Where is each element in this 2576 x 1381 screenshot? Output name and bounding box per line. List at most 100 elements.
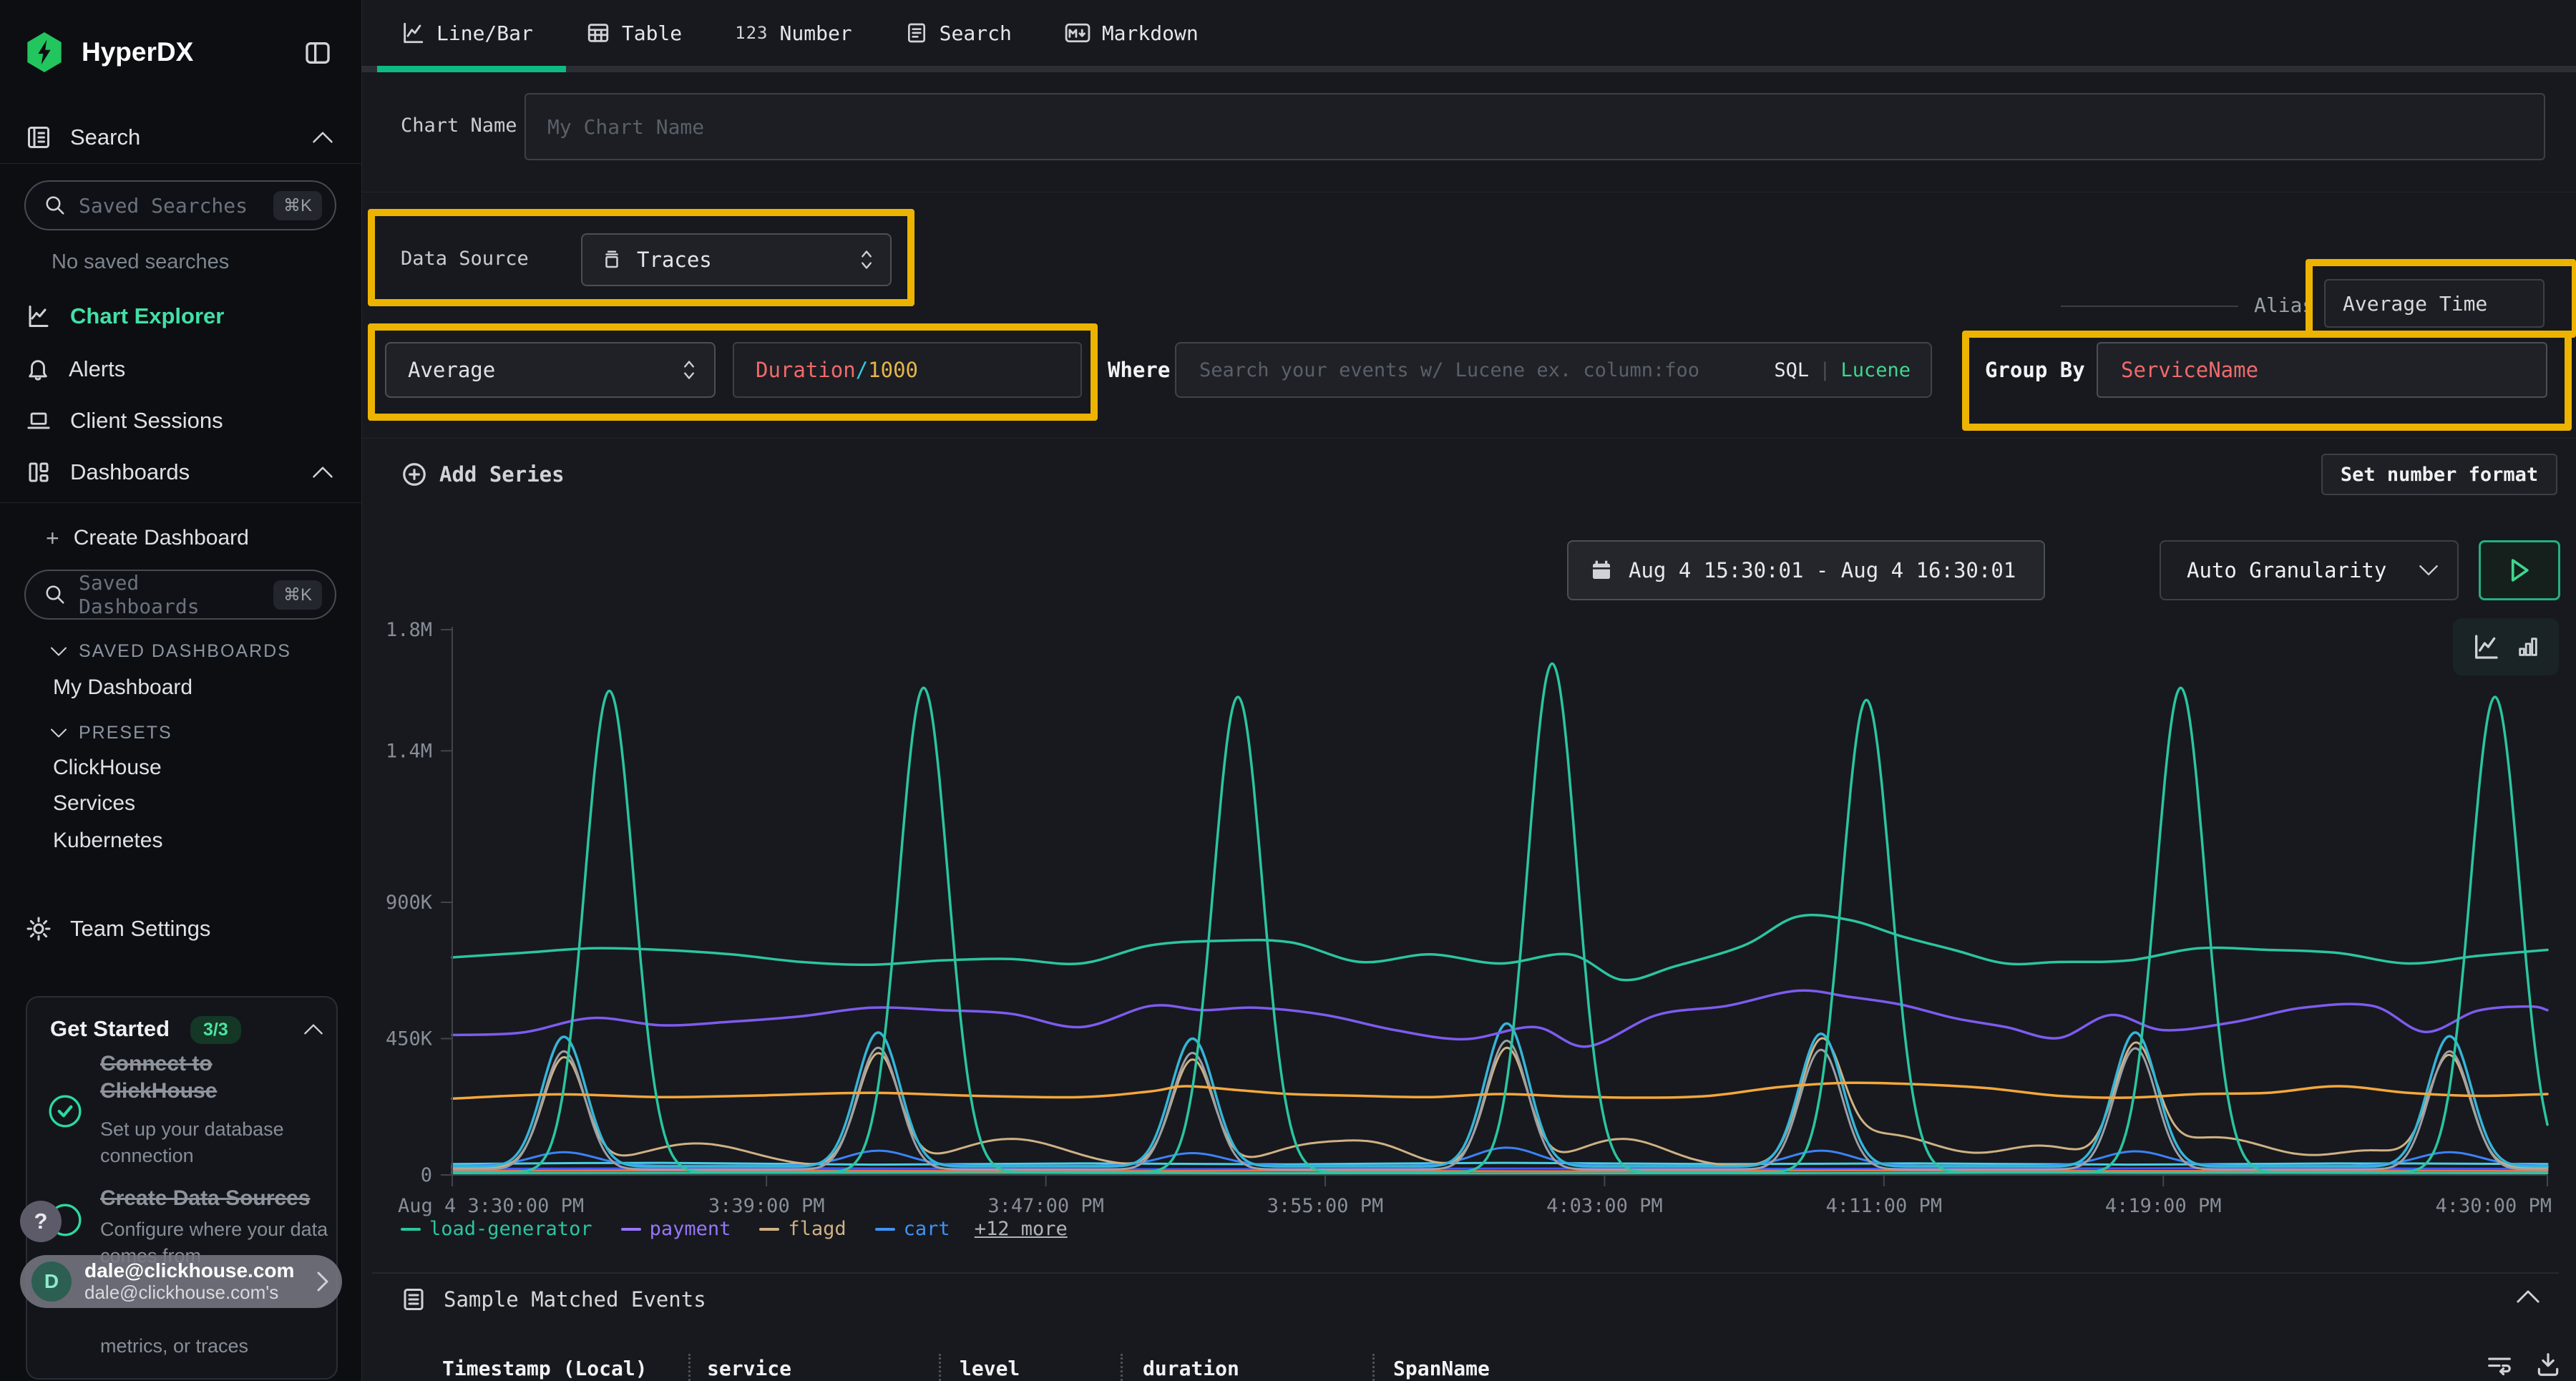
tab-line-bar[interactable]: Line/Bar bbox=[401, 21, 533, 45]
saved-searches-input[interactable]: Saved Searches ⌘K bbox=[24, 180, 336, 230]
events-panel-header[interactable]: Sample Matched Events bbox=[401, 1287, 706, 1312]
download-icon[interactable] bbox=[2534, 1351, 2562, 1378]
tab-table[interactable]: Table bbox=[586, 21, 682, 45]
field-expression-input[interactable]: Duration/1000 bbox=[733, 342, 1082, 398]
sidebar-item-dashboards[interactable]: Dashboards bbox=[0, 451, 361, 494]
group-by-input[interactable]: ServiceName bbox=[2097, 342, 2547, 398]
collapse-panel-chevron-up-icon[interactable] bbox=[2516, 1289, 2540, 1304]
chart-name-input[interactable] bbox=[525, 93, 2545, 160]
shortcut-badge: ⌘K bbox=[273, 191, 322, 220]
set-number-format-button[interactable]: Set number format bbox=[2321, 454, 2557, 495]
chevron-up-icon[interactable] bbox=[303, 1023, 323, 1035]
selector-icon bbox=[681, 359, 697, 381]
step-title[interactable]: Connect to ClickHouse bbox=[100, 1050, 315, 1105]
svg-text:4:30:00 PM: 4:30:00 PM bbox=[2435, 1195, 2552, 1217]
add-series-button[interactable]: Add Series bbox=[401, 461, 565, 488]
alias-label: Alias bbox=[2254, 293, 2314, 317]
run-query-button[interactable] bbox=[2479, 540, 2560, 600]
chevron-up-icon[interactable] bbox=[312, 466, 333, 479]
alias-connector-line bbox=[2061, 306, 2238, 307]
col-header-timestamp[interactable]: Timestamp (Local) bbox=[442, 1357, 648, 1380]
line-chart-toggle-icon[interactable] bbox=[2472, 633, 2500, 661]
line-chart-icon bbox=[26, 303, 52, 329]
field-separator: / bbox=[856, 358, 868, 382]
legend-item[interactable]: load-generator bbox=[401, 1218, 592, 1240]
shortcut-badge: ⌘K bbox=[273, 580, 322, 610]
create-dashboard-button[interactable]: + Create Dashboard bbox=[0, 517, 361, 560]
where-placeholder: Search your events w/ Lucene ex. column:… bbox=[1199, 359, 1764, 381]
tab-markdown[interactable]: Markdown bbox=[1065, 21, 1199, 45]
client-sessions-label: Client Sessions bbox=[70, 408, 223, 434]
chevron-up-icon[interactable] bbox=[312, 131, 333, 144]
tab-search[interactable]: Search bbox=[905, 21, 1012, 45]
sql-mode-toggle[interactable]: SQL bbox=[1774, 359, 1809, 381]
legend-dash-icon bbox=[759, 1228, 779, 1231]
legend-item[interactable]: payment bbox=[621, 1218, 731, 1240]
sidebar-item-chart-explorer[interactable]: Chart Explorer bbox=[0, 295, 361, 338]
svg-text:3:39:00 PM: 3:39:00 PM bbox=[708, 1195, 825, 1217]
where-input[interactable]: Search your events w/ Lucene ex. column:… bbox=[1175, 342, 1932, 398]
col-header-spanname[interactable]: SpanName bbox=[1393, 1357, 1490, 1380]
legend-item[interactable]: cart bbox=[875, 1218, 950, 1240]
wrap-lines-icon[interactable] bbox=[2486, 1351, 2513, 1378]
sidebar-item-kubernetes[interactable]: Kubernetes bbox=[53, 829, 162, 853]
laptop-icon bbox=[26, 409, 52, 433]
alias-input[interactable]: Average Time bbox=[2324, 279, 2545, 328]
tab-label: Markdown bbox=[1102, 21, 1199, 45]
sidebar-item-client-sessions[interactable]: Client Sessions bbox=[0, 399, 361, 442]
column-separator[interactable] bbox=[939, 1354, 941, 1381]
sidebar-item-alerts[interactable]: Alerts bbox=[0, 348, 361, 391]
legend-label: cart bbox=[904, 1218, 950, 1240]
help-button[interactable]: ? bbox=[20, 1201, 62, 1242]
svg-text:4:11:00 PM: 4:11:00 PM bbox=[1826, 1195, 1943, 1217]
group-label: SAVED DASHBOARDS bbox=[79, 641, 291, 662]
chevron-down-icon bbox=[50, 728, 67, 738]
chart-name-field[interactable] bbox=[546, 114, 2524, 140]
sidebar-item-services[interactable]: Services bbox=[53, 791, 135, 816]
collapse-sidebar-icon[interactable] bbox=[303, 39, 332, 67]
aggregation-value: Average bbox=[408, 358, 681, 382]
field-denominator: 1000 bbox=[868, 358, 918, 382]
hyperdx-logo-icon bbox=[26, 32, 63, 72]
group-presets[interactable]: PRESETS bbox=[50, 723, 172, 743]
divider bbox=[372, 1272, 2559, 1274]
legend-label: load-generator bbox=[429, 1218, 592, 1240]
sidebar-item-team-settings[interactable]: Team Settings bbox=[0, 907, 361, 950]
lucene-mode-toggle[interactable]: Lucene bbox=[1840, 359, 1911, 381]
group-saved-dashboards[interactable]: SAVED DASHBOARDS bbox=[50, 641, 291, 662]
legend-more-link[interactable]: +12 more bbox=[975, 1218, 1068, 1240]
user-menu[interactable]: D dale@clickhouse.com dale@clickhouse.co… bbox=[20, 1255, 342, 1308]
column-separator[interactable] bbox=[688, 1354, 691, 1381]
sidebar-item-clickhouse[interactable]: ClickHouse bbox=[53, 756, 162, 780]
col-header-service[interactable]: service bbox=[707, 1357, 791, 1380]
bell-icon bbox=[26, 356, 50, 382]
tab-label: Line/Bar bbox=[436, 21, 533, 45]
column-separator[interactable] bbox=[1372, 1354, 1375, 1381]
bar-chart-toggle-icon[interactable] bbox=[2516, 634, 2540, 660]
granularity-select[interactable]: Auto Granularity bbox=[2160, 540, 2459, 600]
time-range-picker[interactable]: Aug 4 15:30:01 - Aug 4 16:30:01 bbox=[1567, 540, 2045, 600]
legend-label: payment bbox=[650, 1218, 731, 1240]
data-source-value: Traces bbox=[637, 248, 844, 272]
plus-circle-icon bbox=[401, 461, 428, 488]
col-header-duration[interactable]: duration bbox=[1143, 1357, 1239, 1380]
svg-text:4:03:00 PM: 4:03:00 PM bbox=[1546, 1195, 1663, 1217]
data-source-select[interactable]: Traces bbox=[581, 233, 892, 286]
legend-item[interactable]: flagd bbox=[759, 1218, 846, 1240]
group-by-label: Group By bbox=[1985, 358, 2085, 382]
tab-label: Number bbox=[780, 21, 852, 45]
col-header-level[interactable]: level bbox=[960, 1357, 1020, 1380]
traces-source-icon bbox=[601, 248, 623, 271]
chevron-down-icon bbox=[50, 646, 67, 657]
tabbar-track bbox=[361, 66, 2576, 72]
svg-text:Aug 4 3:30:00 PM: Aug 4 3:30:00 PM bbox=[398, 1195, 584, 1217]
column-separator[interactable] bbox=[1121, 1354, 1123, 1381]
step-title[interactable]: Create Data Sources bbox=[100, 1185, 336, 1212]
tab-number[interactable]: 123 Number bbox=[735, 21, 852, 45]
group-label: PRESETS bbox=[79, 723, 172, 743]
saved-dashboards-input[interactable]: Saved Dashboards ⌘K bbox=[24, 570, 336, 620]
granularity-value: Auto Granularity bbox=[2187, 558, 2419, 582]
aggregation-select[interactable]: Average bbox=[385, 342, 716, 398]
sidebar-section-search[interactable]: Search bbox=[0, 116, 361, 159]
sidebar-item-my-dashboard[interactable]: My Dashboard bbox=[53, 675, 192, 700]
